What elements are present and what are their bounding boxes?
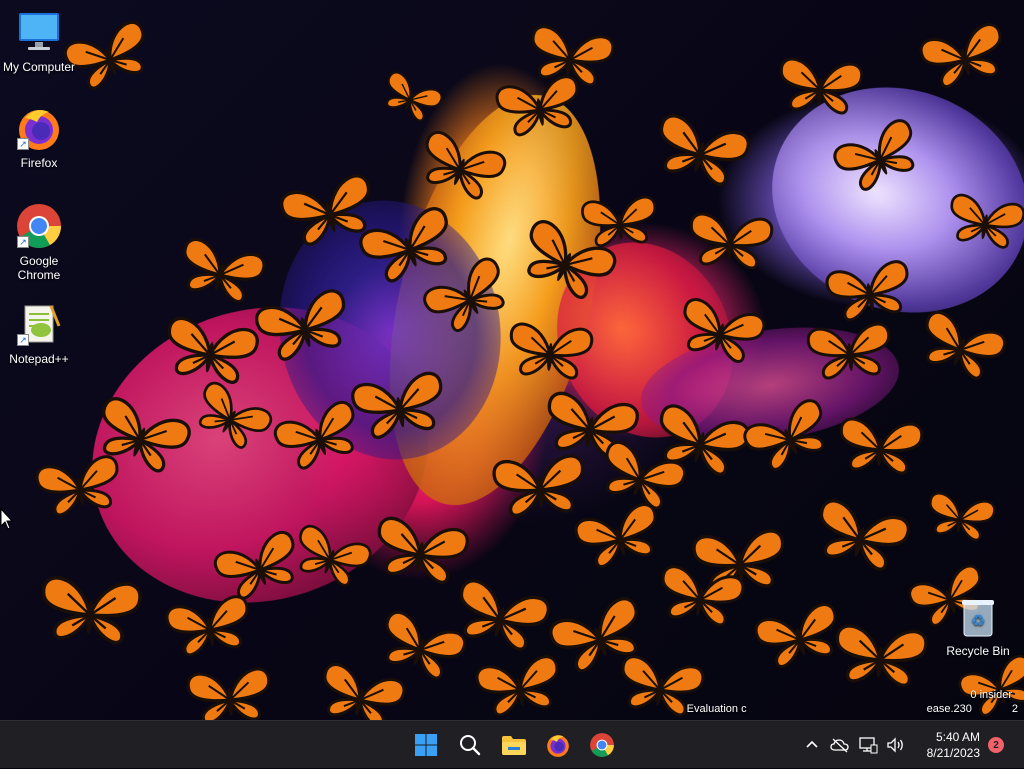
desktop-icon-recycle-bin[interactable]: ♻ Recycle Bin	[940, 596, 1016, 658]
butterfly-icon	[323, 663, 406, 720]
file-explorer-button[interactable]	[494, 725, 534, 765]
butterfly-icon	[659, 114, 750, 186]
desktop-icon-google-chrome[interactable]: ↗ Google Chrome	[1, 202, 77, 282]
butterfly-icon	[919, 23, 1002, 88]
evaluation-watermark: 0 insider Evaluation c ease.230 2	[687, 688, 1018, 716]
taskbar: 5:40 AM 8/21/2023 2	[0, 720, 1024, 768]
start-button[interactable]	[406, 725, 446, 765]
chrome-icon: ↗	[15, 202, 63, 250]
firefox-icon	[547, 735, 569, 757]
notepadpp-icon: ↗	[15, 300, 63, 348]
search-button[interactable]	[450, 725, 490, 765]
chrome-icon	[590, 733, 614, 757]
butterfly-icon	[925, 311, 1006, 380]
wallpaper-ribbon-lilac	[740, 52, 1024, 348]
chevron-up-icon	[806, 740, 818, 748]
butterfly-icon	[929, 492, 996, 541]
network-button[interactable]	[854, 729, 882, 761]
watermark-build-suffix: 2	[1011, 703, 1018, 715]
taskbar-clock[interactable]: 5:40 AM 8/21/2023	[910, 729, 980, 761]
butterfly-icon	[165, 595, 249, 657]
butterfly-icon	[661, 565, 745, 627]
butterfly-icon	[385, 611, 466, 680]
recycle-bin-icon: ♻	[958, 596, 998, 640]
butterfly-icon	[183, 238, 266, 303]
notification-badge[interactable]: 2	[988, 737, 1004, 753]
clock-date: 8/21/2023	[926, 746, 980, 760]
chrome-taskbar-button[interactable]	[582, 725, 622, 765]
butterfly-icon	[385, 71, 443, 122]
butterfly-icon	[819, 499, 910, 571]
desktop-icon-label: Notepad++	[9, 352, 69, 366]
desktop-icon-label: Recycle Bin	[946, 644, 1010, 658]
firefox-taskbar-button[interactable]	[538, 725, 578, 765]
system-tray: 5:40 AM 8/21/2023 2	[798, 721, 1024, 769]
firefox-icon: ↗	[15, 104, 63, 152]
desktop-icon-firefox[interactable]: ↗ Firefox	[1, 104, 77, 170]
watermark-build-text: ease.230	[926, 703, 972, 715]
shortcut-arrow-icon: ↗	[17, 334, 29, 346]
monitor-icon	[15, 8, 63, 56]
windows-logo-icon	[415, 734, 437, 756]
butterfly-icon	[754, 603, 837, 668]
butterfly-icon	[459, 579, 550, 651]
speaker-icon	[887, 737, 903, 753]
cloud-offline-icon	[830, 738, 849, 753]
search-icon	[460, 735, 481, 756]
desktop-icon-my-computer[interactable]: My Computer	[1, 8, 77, 74]
onedrive-button[interactable]	[826, 729, 854, 761]
butterfly-icon	[689, 212, 774, 270]
butterfly-icon	[692, 529, 785, 592]
folder-icon	[502, 736, 526, 755]
clock-time: 5:40 AM	[935, 730, 980, 744]
butterfly-icon	[41, 576, 142, 645]
desktop-icon-label: Firefox	[20, 156, 58, 170]
butterfly-icon	[574, 503, 657, 568]
volume-button[interactable]	[882, 729, 910, 761]
butterfly-icon	[186, 667, 271, 720]
butterfly-icon	[475, 655, 559, 717]
taskbar-apps	[404, 721, 624, 769]
butterfly-icon	[835, 624, 928, 687]
desktop-icon-label: My Computer	[2, 60, 76, 74]
desktop-icon-notepadpp[interactable]: ↗ Notepad++	[1, 300, 77, 366]
desktop-icon-label: Google Chrome	[17, 254, 61, 282]
network-icon	[859, 737, 878, 754]
watermark-line-1: 0 insider	[970, 689, 1012, 701]
butterfly-icon	[839, 417, 924, 475]
butterfly-icon	[605, 441, 686, 510]
butterfly-icon	[531, 25, 615, 87]
shortcut-arrow-icon: ↗	[17, 138, 29, 150]
mouse-cursor-icon	[0, 508, 14, 530]
desktop[interactable]: My Computer ↗ Firefox ↗ Google Chrome ↗ …	[0, 0, 1024, 720]
butterfly-icon	[549, 597, 638, 673]
watermark-evaluation-text: Evaluation c	[686, 703, 747, 715]
shortcut-arrow-icon: ↗	[17, 236, 29, 248]
show-hidden-icons-button[interactable]	[798, 729, 826, 761]
watermark-line-2: Evaluation c ease.230 2	[687, 702, 1018, 716]
svg-text:♻: ♻	[971, 611, 985, 630]
